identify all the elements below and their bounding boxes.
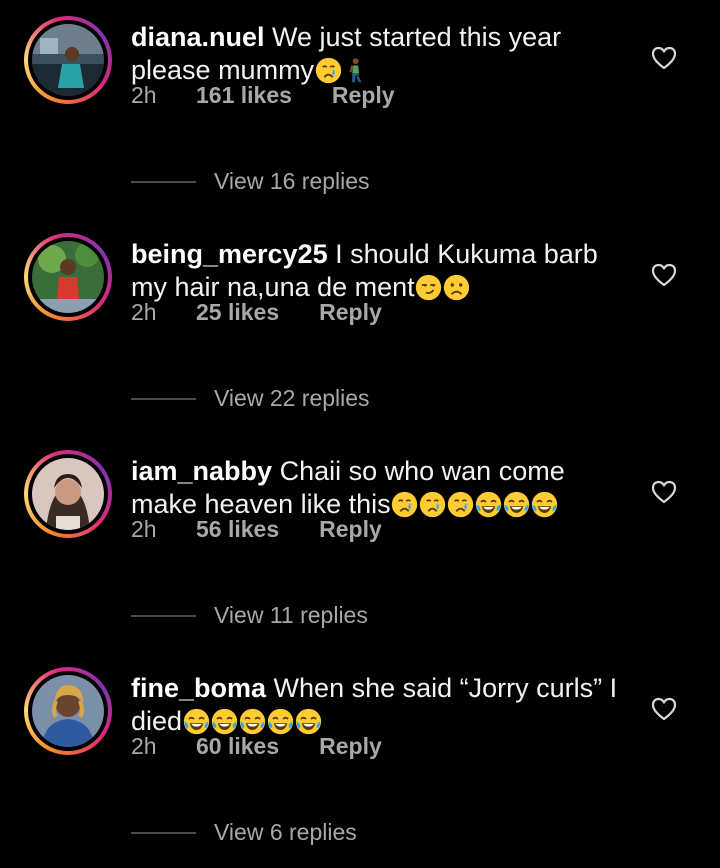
tears-of-joy-emoji bbox=[503, 491, 530, 518]
view-replies-button[interactable]: View 16 replies bbox=[131, 168, 370, 195]
comment-item: fine_boma When she said “Jorry curls” I … bbox=[0, 651, 720, 868]
comment-username[interactable]: diana.nuel bbox=[131, 22, 265, 52]
smirking-face-emoji bbox=[415, 274, 442, 301]
tears-of-joy-emoji bbox=[475, 491, 502, 518]
heart-icon[interactable] bbox=[651, 480, 677, 504]
comment-likes[interactable]: 56 likes bbox=[196, 516, 279, 543]
tears-of-joy-emoji bbox=[267, 708, 294, 735]
reply-button[interactable]: Reply bbox=[319, 516, 382, 543]
person-kneeling-emoji bbox=[343, 57, 370, 84]
comment-time: 2h bbox=[131, 516, 157, 542]
view-replies-label[interactable]: View 22 replies bbox=[214, 385, 370, 412]
comment-text: diana.nuel We just started this year ple… bbox=[131, 21, 631, 87]
comment-username[interactable]: iam_nabby bbox=[131, 456, 272, 486]
frowning-face-emoji bbox=[443, 274, 470, 301]
divider-line bbox=[131, 831, 196, 834]
comment-meta: 2h 161 likes Reply bbox=[131, 82, 395, 109]
tears-of-joy-emoji bbox=[239, 708, 266, 735]
avatar[interactable] bbox=[24, 667, 112, 755]
view-replies-label[interactable]: View 6 replies bbox=[214, 819, 357, 846]
avatar[interactable] bbox=[24, 233, 112, 321]
avatar[interactable] bbox=[24, 450, 112, 538]
comment-time: 2h bbox=[131, 82, 157, 108]
comment-item: diana.nuel We just started this year ple… bbox=[0, 0, 720, 217]
comment-text: fine_boma When she said “Jorry curls” I … bbox=[131, 672, 631, 738]
comment-username[interactable]: being_mercy25 bbox=[131, 239, 328, 269]
heart-icon[interactable] bbox=[651, 697, 677, 721]
divider-line bbox=[131, 614, 196, 617]
comment-item: being_mercy25 I should Kukuma barb my ha… bbox=[0, 217, 720, 434]
tears-of-joy-emoji bbox=[295, 708, 322, 735]
comment-likes[interactable]: 25 likes bbox=[196, 299, 279, 326]
comment-likes[interactable]: 60 likes bbox=[196, 733, 279, 760]
crying-face-emoji bbox=[447, 491, 474, 518]
tears-of-joy-emoji bbox=[183, 708, 210, 735]
comment-time: 2h bbox=[131, 733, 157, 759]
crying-face-emoji bbox=[391, 491, 418, 518]
tears-of-joy-emoji bbox=[531, 491, 558, 518]
comment-text: being_mercy25 I should Kukuma barb my ha… bbox=[131, 238, 631, 304]
divider-line bbox=[131, 180, 196, 183]
comment-text: iam_nabby Chaii so who wan come make hea… bbox=[131, 455, 631, 521]
heart-icon[interactable] bbox=[651, 46, 677, 70]
view-replies-button[interactable]: View 11 replies bbox=[131, 602, 368, 629]
crying-face-emoji bbox=[419, 491, 446, 518]
comment-likes[interactable]: 161 likes bbox=[196, 82, 292, 109]
comment-username[interactable]: fine_boma bbox=[131, 673, 266, 703]
heart-icon[interactable] bbox=[651, 263, 677, 287]
reply-button[interactable]: Reply bbox=[332, 82, 395, 109]
comment-meta: 2h 25 likes Reply bbox=[131, 299, 382, 326]
divider-line bbox=[131, 397, 196, 400]
comment-item: iam_nabby Chaii so who wan come make hea… bbox=[0, 434, 720, 651]
tears-of-joy-emoji bbox=[211, 708, 238, 735]
view-replies-button[interactable]: View 6 replies bbox=[131, 819, 357, 846]
reply-button[interactable]: Reply bbox=[319, 733, 382, 760]
comment-meta: 2h 56 likes Reply bbox=[131, 516, 382, 543]
crying-face-emoji bbox=[315, 57, 342, 84]
view-replies-label[interactable]: View 16 replies bbox=[214, 168, 370, 195]
reply-button[interactable]: Reply bbox=[319, 299, 382, 326]
avatar[interactable] bbox=[24, 16, 112, 104]
comment-time: 2h bbox=[131, 299, 157, 325]
comment-meta: 2h 60 likes Reply bbox=[131, 733, 382, 760]
view-replies-label[interactable]: View 11 replies bbox=[214, 602, 368, 629]
view-replies-button[interactable]: View 22 replies bbox=[131, 385, 370, 412]
